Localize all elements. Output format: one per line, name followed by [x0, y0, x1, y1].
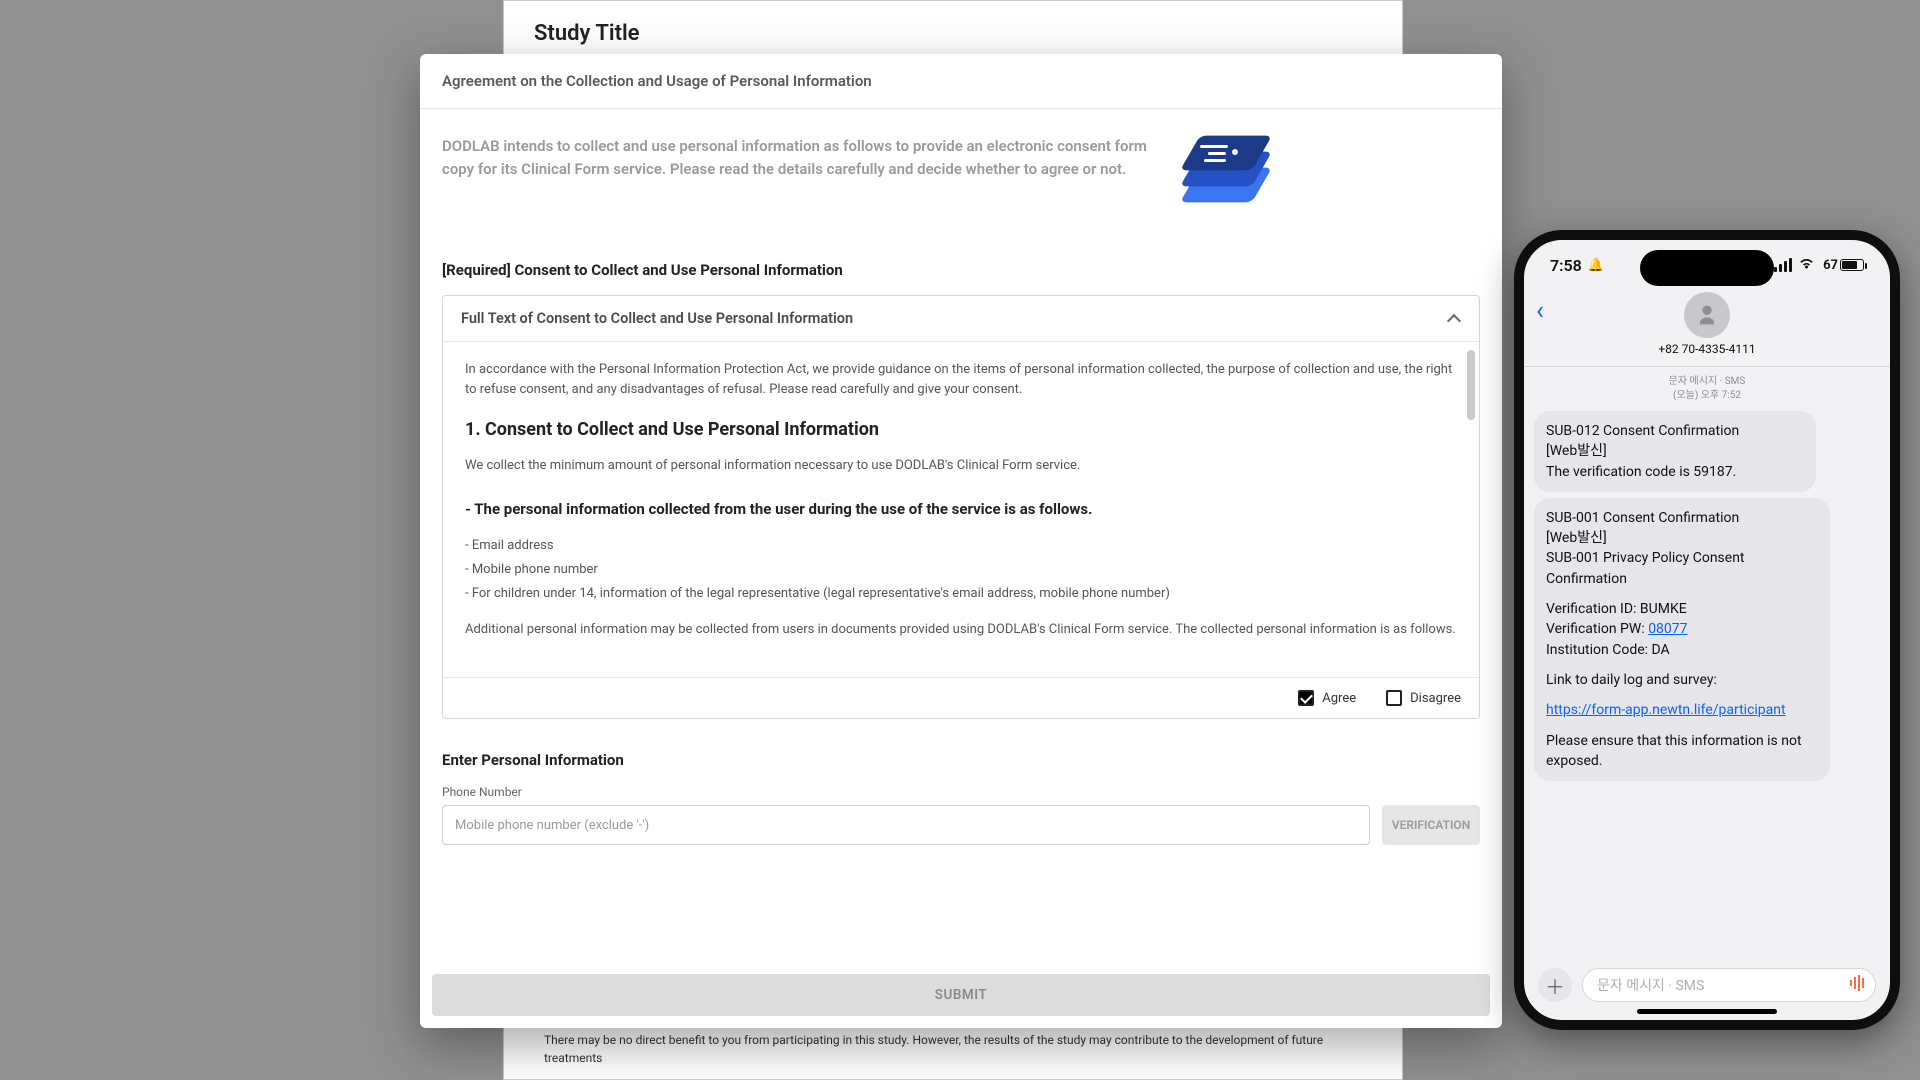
modal-body: DODLAB intends to collect and use person… [420, 109, 1502, 964]
consent-modal: Agreement on the Collection and Usage of… [420, 54, 1502, 1028]
consent-section-sub: We collect the minimum amount of persona… [465, 456, 1457, 476]
bell-icon: 🔔 [1588, 258, 1604, 273]
phone-input[interactable] [442, 805, 1370, 845]
sms-bubble-1[interactable]: SUB-012 Consent Confirmation [Web발신] The… [1534, 411, 1816, 492]
checkbox-checked-icon [1298, 690, 1314, 706]
messages-nav: ‹ +82 70-4335-4111 [1524, 290, 1890, 367]
modal-footer: SUBMIT [420, 964, 1502, 1028]
modal-title: Agreement on the Collection and Usage of… [442, 72, 1480, 90]
survey-link[interactable]: https://form-app.newtn.life/participant [1546, 702, 1786, 718]
scrollbar[interactable] [1467, 350, 1475, 669]
intro-text: DODLAB intends to collect and use person… [442, 135, 1162, 182]
battery-icon: 67 [1821, 258, 1864, 273]
phone-notch [1640, 250, 1774, 286]
disagree-checkbox[interactable]: Disagree [1386, 690, 1461, 706]
consent-accordion: Full Text of Consent to Collect and Use … [442, 295, 1480, 719]
compose-input[interactable]: 문자 메시지 · SMS [1582, 968, 1876, 1002]
enter-info-title: Enter Personal Information [442, 751, 1480, 769]
agree-checkbox[interactable]: Agree [1298, 690, 1356, 706]
modal-header: Agreement on the Collection and Usage of… [420, 54, 1502, 109]
list-item: - Mobile phone number [465, 560, 1457, 580]
list-item: - Email address [465, 536, 1457, 556]
consent-section-heading: 1. Consent to Collect and Use Personal I… [465, 416, 1457, 444]
enter-personal-info-section: Enter Personal Information Phone Number … [442, 751, 1480, 845]
verification-button[interactable]: VERIFICATION [1382, 805, 1480, 845]
verification-pw-link[interactable]: 08077 [1648, 621, 1687, 637]
voice-memo-icon[interactable] [1849, 974, 1867, 997]
accordion-title: Full Text of Consent to Collect and Use … [461, 310, 853, 327]
wifi-icon [1798, 256, 1815, 274]
signal-icon [1774, 258, 1792, 272]
sender-number[interactable]: +82 70-4335-4111 [1524, 342, 1890, 356]
compose-row: ＋ 문자 메시지 · SMS [1524, 968, 1890, 1002]
status-time: 7:58 [1550, 256, 1582, 275]
checkbox-empty-icon [1386, 690, 1402, 706]
back-button[interactable]: ‹ [1536, 296, 1544, 326]
consent-intro-paragraph: In accordance with the Personal Informat… [465, 360, 1457, 400]
compose-placeholder: 문자 메시지 · SMS [1597, 975, 1704, 995]
consent-extra-paragraph: Additional personal information may be c… [465, 620, 1457, 640]
thread-meta: 문자 메시지 · SMS (오늘) 오후 7:52 [1524, 367, 1890, 405]
agree-label: Agree [1322, 691, 1356, 706]
disagree-label: Disagree [1410, 691, 1461, 706]
company-logo [1182, 129, 1266, 213]
phone-mockup: 7:58 🔔 67 ‹ +82 70-4335-4111 문자 메시지 · SM… [1514, 230, 1900, 1030]
compose-plus-button[interactable]: ＋ [1538, 968, 1572, 1002]
required-consent-title: [Required] Consent to Collect and Use Pe… [442, 261, 1480, 279]
submit-button[interactable]: SUBMIT [432, 974, 1490, 1016]
collected-items-heading: - The personal information collected fro… [465, 498, 1457, 521]
accordion-footer: Agree Disagree [443, 678, 1479, 718]
accordion-body[interactable]: In accordance with the Personal Informat… [443, 342, 1479, 678]
avatar[interactable] [1684, 292, 1730, 338]
list-item: - For children under 14, information of … [465, 584, 1457, 604]
phone-field-label: Phone Number [442, 785, 1480, 799]
accordion-toggle[interactable]: Full Text of Consent to Collect and Use … [443, 296, 1479, 342]
chevron-up-icon [1447, 312, 1461, 326]
benefits-text: There may be no direct benefit to you fr… [544, 1031, 1362, 1067]
sms-bubble-2[interactable]: SUB-001 Consent Confirmation [Web발신] SUB… [1534, 498, 1830, 781]
home-indicator[interactable] [1637, 1009, 1777, 1014]
page-title: Study Title [534, 21, 1372, 46]
